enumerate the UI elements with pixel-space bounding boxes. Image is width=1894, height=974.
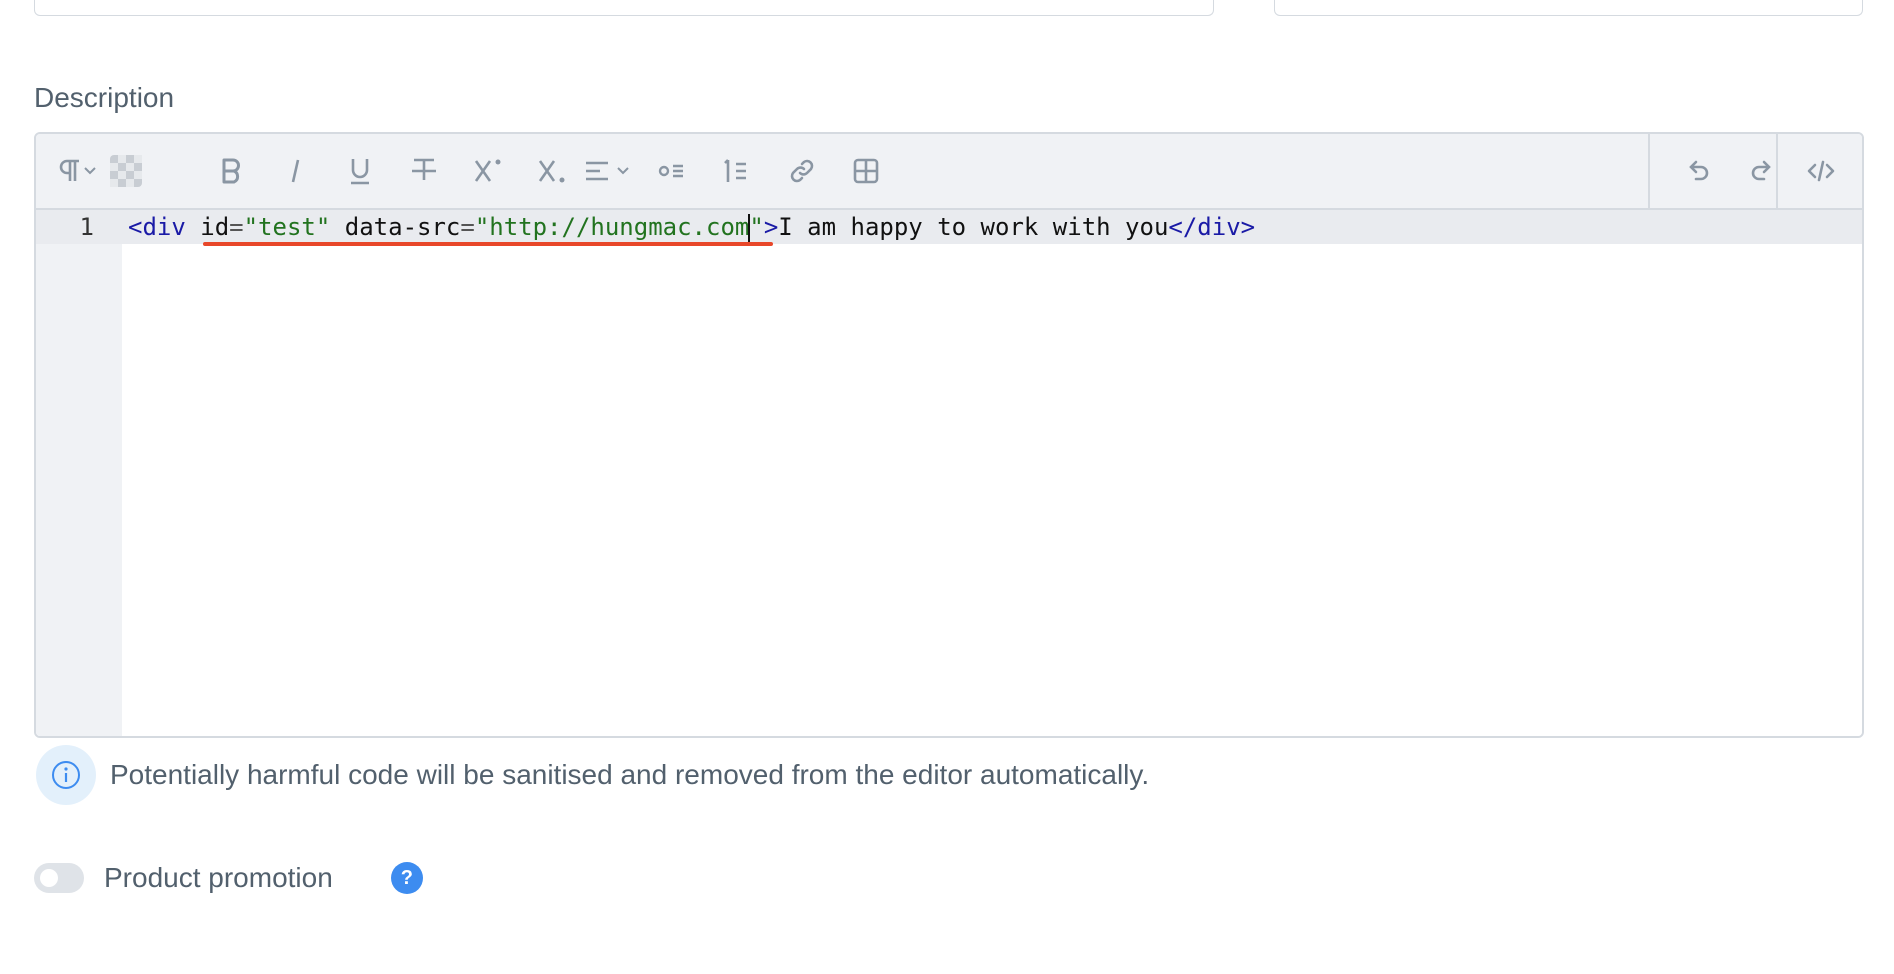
code-line[interactable]: <div id="test" data-src="http://hungmac.… <box>128 210 1255 244</box>
undo-button[interactable] <box>1676 134 1720 208</box>
line-number: 1 <box>79 213 94 241</box>
link-button[interactable] <box>782 134 822 208</box>
toggle-knob <box>40 869 58 887</box>
sanitise-notice: Potentially harmful code will be sanitis… <box>36 744 1149 806</box>
italic-icon <box>285 157 307 185</box>
top-left-input[interactable] <box>34 0 1214 16</box>
code-text: I am happy to work with you <box>778 213 1169 241</box>
product-promotion-label: Product promotion <box>104 862 333 893</box>
code-tag-open: <div <box>128 213 186 241</box>
italic-button[interactable] <box>276 134 316 208</box>
code-tag-gt: > <box>763 213 779 241</box>
info-icon <box>36 745 96 805</box>
undo-icon <box>1684 157 1712 185</box>
bullet-list-button[interactable] <box>652 134 692 208</box>
paragraph-format-button[interactable] <box>50 134 100 208</box>
editor-toolbar <box>36 134 1862 210</box>
code-attr-value: "http://hungmac.com <box>474 213 750 241</box>
code-view-icon <box>1806 157 1836 185</box>
underline-button[interactable] <box>340 134 380 208</box>
code-equals: = <box>229 213 244 241</box>
code-attr-value: "test" <box>243 213 331 241</box>
description-label: Description <box>34 82 175 113</box>
code-view-button[interactable] <box>1788 134 1854 208</box>
checker-icon <box>110 155 142 187</box>
bold-button[interactable] <box>212 134 252 208</box>
table-icon <box>852 157 880 185</box>
background-color-button[interactable] <box>106 134 146 208</box>
superscript-icon <box>473 156 503 186</box>
code-attr-value-end: " <box>749 213 764 241</box>
help-icon[interactable]: ? <box>390 862 423 894</box>
superscript-button[interactable] <box>468 134 508 208</box>
subscript-icon <box>537 156 567 186</box>
product-promotion-row: Product promotion ? <box>34 858 423 898</box>
bullet-list-icon <box>658 157 686 185</box>
redo-icon <box>1748 157 1776 185</box>
align-icon <box>582 157 634 185</box>
numbered-list-icon <box>722 156 750 186</box>
top-right-input[interactable] <box>1274 0 1863 16</box>
paragraph-icon <box>53 157 97 185</box>
code-equals: = <box>460 213 475 241</box>
description-editor[interactable]: 1 <div id="test" data-src="http://hungma… <box>34 132 1864 738</box>
highlight-underline <box>203 242 773 246</box>
bold-icon <box>220 157 244 185</box>
notice-text: Potentially harmful code will be sanitis… <box>110 759 1150 790</box>
subscript-button[interactable] <box>532 134 572 208</box>
product-promotion-toggle[interactable] <box>34 863 84 893</box>
code-tag-close: </div> <box>1168 213 1256 241</box>
numbered-list-button[interactable] <box>716 134 756 208</box>
line-gutter <box>36 210 122 736</box>
underline-icon <box>348 156 372 186</box>
link-icon <box>788 157 816 185</box>
code-attr-name: data-src <box>344 213 461 241</box>
strikethrough-icon <box>410 156 438 186</box>
strikethrough-button[interactable] <box>404 134 444 208</box>
align-button[interactable] <box>580 134 636 208</box>
code-attr-name: id <box>200 213 230 241</box>
table-button[interactable] <box>846 134 886 208</box>
code-editor[interactable]: 1 <div id="test" data-src="http://hungma… <box>36 210 1862 736</box>
toolbar-divider <box>1776 134 1778 208</box>
toolbar-divider <box>1648 134 1650 208</box>
